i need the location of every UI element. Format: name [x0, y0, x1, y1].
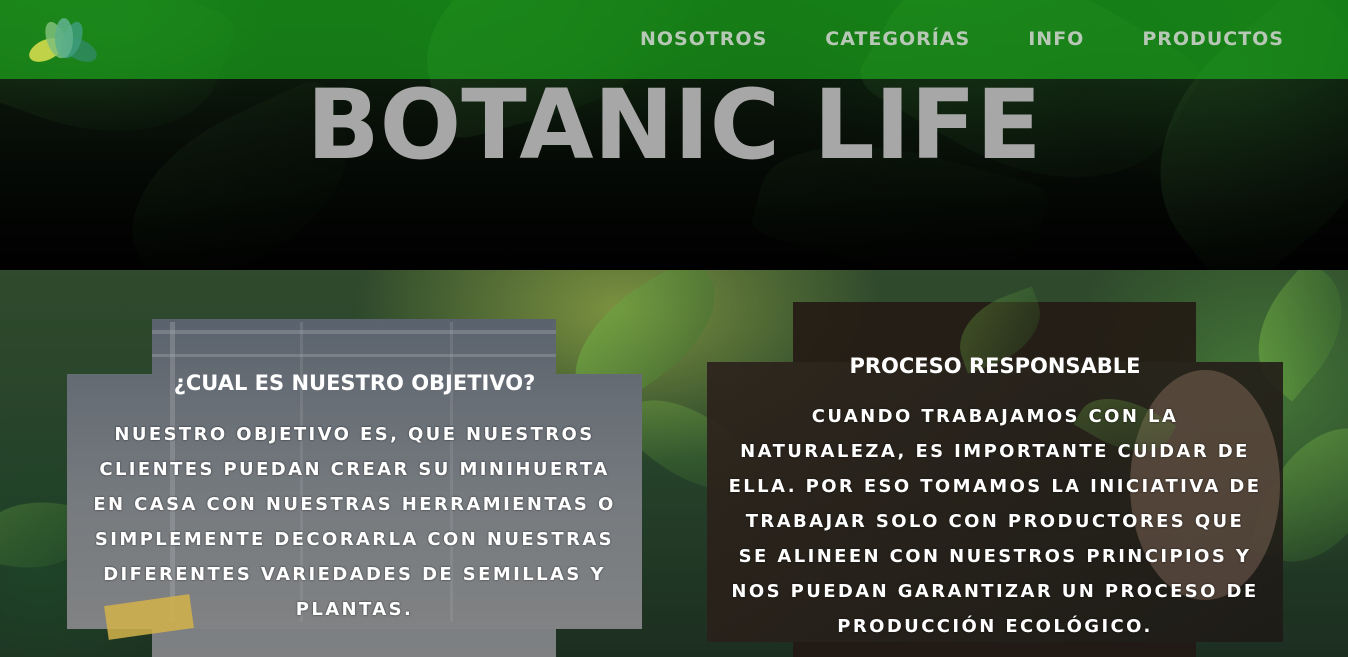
nav-links: NOSOTROS CATEGORÍAS INFO PRODUCTOS	[640, 28, 1284, 50]
process-card-title: PROCESO RESPONSABLE	[849, 354, 1141, 378]
navbar: NOSOTROS CATEGORÍAS INFO PRODUCTOS	[0, 0, 1348, 79]
hero-title: BOTANIC LIFE	[306, 69, 1042, 181]
process-card-bottom	[793, 642, 1196, 657]
nav-link-nosotros[interactable]: NOSOTROS	[640, 28, 767, 50]
process-line: NATURALEZA, ES IMPORTANTE CUIDAR DE	[740, 441, 1250, 462]
content-section: ¿CUAL ES NUESTRO OBJETIVO? NUESTRO OBJET…	[0, 270, 1348, 657]
objective-card-text: NUESTRO OBJETIVO ES, QUE NUESTROS CLIENT…	[67, 417, 642, 627]
objective-line: DIFERENTES VARIEDADES DE SEMILLAS Y	[103, 564, 606, 585]
objective-line: NUESTRO OBJETIVO ES, QUE NUESTROS	[114, 424, 595, 445]
process-line: CUANDO TRABAJAMOS CON LA	[811, 406, 1179, 427]
objective-card-top	[152, 319, 556, 374]
objective-line: PLANTAS.	[295, 599, 414, 620]
process-line: PRODUCCIÓN ECOLÓGICO.	[837, 616, 1153, 637]
objective-line: SIMPLEMENTE DECORARLA CON NUESTRAS	[94, 529, 615, 550]
lotus-logo-icon[interactable]	[22, 18, 106, 72]
nav-link-categorias[interactable]: CATEGORÍAS	[825, 28, 970, 50]
process-card-text: CUANDO TRABAJAMOS CON LA NATURALEZA, ES …	[707, 399, 1283, 644]
objective-card-title: ¿CUAL ES NUESTRO OBJETIVO?	[173, 371, 536, 395]
process-line: SE ALINEEN CON NUESTROS PRINCIPIOS Y	[738, 546, 1252, 567]
nav-link-info[interactable]: INFO	[1028, 28, 1084, 50]
objective-line: CLIENTES PUEDAN CREAR SU MINIHUERTA	[99, 459, 610, 480]
process-line: NOS PUEDAN GARANTIZAR UN PROCESO DE	[731, 581, 1259, 602]
objective-line: EN CASA CON NUESTRAS HERRAMIENTAS O	[93, 494, 616, 515]
nav-link-productos[interactable]: PRODUCTOS	[1142, 28, 1284, 50]
process-line: TRABAJAR SOLO CON PRODUCTORES QUE	[745, 511, 1245, 532]
process-line: ELLA. POR ESO TOMAMOS LA INICIATIVA DE	[728, 476, 1262, 497]
objective-card-bottom	[152, 629, 556, 657]
